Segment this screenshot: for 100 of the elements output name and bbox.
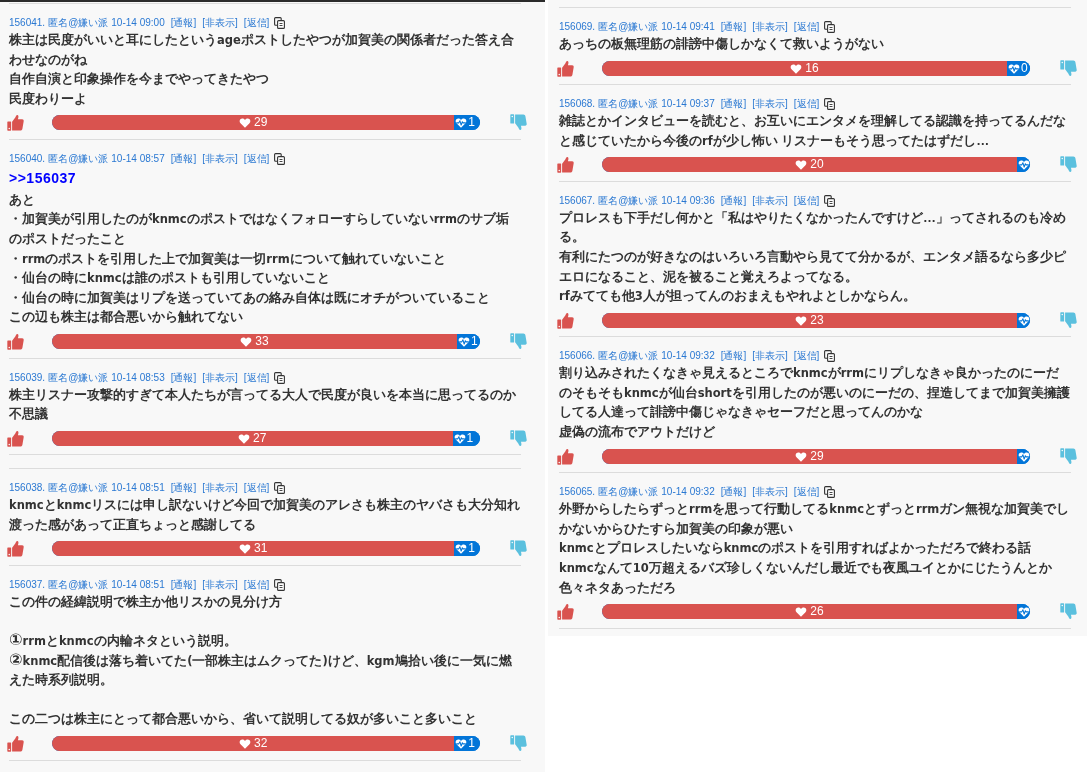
author-name: 匿名@嫌い派 bbox=[48, 370, 109, 385]
action-link[interactable]: [非表示] bbox=[202, 577, 238, 592]
thumbs-down-icon[interactable] bbox=[510, 540, 527, 558]
copy-icon[interactable] bbox=[274, 17, 286, 29]
like-count: 32 bbox=[253, 736, 268, 752]
post-text: この二つは株主にとって都合悪いから、省いて説明してる奴が多いこと多いこと bbox=[9, 710, 478, 729]
action-link[interactable]: [非表示] bbox=[202, 481, 238, 496]
action-link[interactable]: [通報] bbox=[720, 485, 747, 500]
action-link[interactable]: [非表示] bbox=[202, 151, 238, 166]
like-count: 27 bbox=[253, 430, 267, 446]
action-link[interactable]: [通報] bbox=[720, 20, 747, 34]
action-link[interactable]: [返信] bbox=[793, 193, 820, 208]
action-link[interactable]: [通報] bbox=[720, 193, 747, 208]
copy-icon[interactable] bbox=[824, 21, 836, 33]
thumbs-down-icon[interactable] bbox=[510, 735, 527, 753]
action-link[interactable]: [非表示] bbox=[752, 349, 788, 364]
heart-icon bbox=[240, 336, 253, 348]
thumbs-up-icon[interactable] bbox=[7, 540, 24, 558]
action-link[interactable]: [返信] bbox=[243, 16, 270, 30]
post-number-link[interactable]: 156038. bbox=[9, 481, 46, 496]
like-count: 26 bbox=[810, 604, 824, 620]
post-number-link[interactable]: 156040. bbox=[9, 151, 46, 166]
action-link[interactable]: [返信] bbox=[243, 370, 270, 385]
post-text: あと bbox=[9, 190, 36, 209]
heart-icon bbox=[238, 117, 251, 129]
copy-icon[interactable] bbox=[274, 578, 286, 591]
thumbs-down-icon[interactable] bbox=[1060, 59, 1077, 77]
post-text: ・仙台の時にknmcは誰のポストも引用していないこと bbox=[9, 269, 331, 288]
thumbs-up-icon[interactable] bbox=[7, 114, 24, 132]
thumbs-down-icon[interactable] bbox=[1060, 603, 1077, 621]
post-text: あっちの板無理筋の誹謗中傷しかなくて救いようがない bbox=[559, 35, 885, 53]
author-name: 匿名@嫌い派 bbox=[598, 193, 659, 208]
heart-icon bbox=[238, 543, 251, 555]
post-text: ・仙台の時に加賀美はリプを送っていてあの絡み自体は既にオチがついていること bbox=[9, 288, 491, 307]
thumbs-up-icon[interactable] bbox=[557, 603, 574, 621]
action-link[interactable]: [通報] bbox=[170, 370, 197, 385]
action-link[interactable]: [返信] bbox=[793, 97, 820, 112]
thumbs-up-icon[interactable] bbox=[557, 311, 574, 329]
dislike-count: 1 bbox=[470, 334, 478, 350]
like-count: 23 bbox=[810, 312, 824, 328]
copy-icon[interactable] bbox=[824, 486, 836, 499]
thumbs-up-icon[interactable] bbox=[7, 333, 24, 351]
action-link[interactable]: [通報] bbox=[170, 481, 197, 496]
post-number-link[interactable]: 156041. bbox=[9, 16, 46, 30]
action-link[interactable]: [返信] bbox=[243, 151, 270, 166]
thumbs-up-icon[interactable] bbox=[7, 735, 24, 753]
action-link[interactable]: [通報] bbox=[170, 577, 197, 592]
reply-anchor-link[interactable]: >>156037 bbox=[9, 168, 77, 189]
action-link[interactable]: [非表示] bbox=[752, 20, 788, 34]
copy-icon[interactable] bbox=[274, 371, 286, 384]
heart-icon bbox=[795, 314, 808, 326]
like-count: 29 bbox=[810, 448, 824, 464]
action-link[interactable]: [返信] bbox=[243, 577, 270, 592]
action-link[interactable]: [通報] bbox=[170, 16, 197, 30]
thumbs-down-icon[interactable] bbox=[510, 333, 527, 351]
thumbs-up-icon[interactable] bbox=[7, 429, 24, 447]
like-count: 33 bbox=[255, 334, 269, 350]
action-link[interactable]: [非表示] bbox=[202, 370, 238, 385]
post-text: 株主は民度がいいと耳にしたというageポストしたやつが加賀美の関係者だった答え合わせなのがね bbox=[9, 31, 515, 69]
post-text: 自作自演と印象操作を今までやってきたやつ bbox=[9, 70, 270, 89]
action-link[interactable]: [通報] bbox=[720, 349, 747, 364]
action-link[interactable]: [返信] bbox=[793, 20, 820, 34]
copy-icon[interactable] bbox=[824, 350, 836, 363]
thumbs-down-icon[interactable] bbox=[1060, 311, 1077, 329]
post-text: プロレスも下手だし何かと「私はやりたくなかったんですけど…」ってされるのも冷める。 bbox=[559, 208, 1067, 247]
heart-icon bbox=[790, 62, 803, 74]
thumbs-up-icon[interactable] bbox=[557, 59, 574, 77]
action-link[interactable]: [非表示] bbox=[752, 97, 788, 112]
copy-icon[interactable] bbox=[824, 194, 836, 207]
thumbs-down-icon[interactable] bbox=[1060, 156, 1077, 174]
post-number-link[interactable]: 156069. bbox=[559, 20, 596, 34]
post-text: ・加賀美が引用したのがknmcのポストではなくフォローすらしていないrrmのサブ垢のポストだったこと bbox=[9, 210, 510, 249]
action-link[interactable]: [返信] bbox=[243, 481, 270, 496]
action-link[interactable]: [非表示] bbox=[202, 16, 238, 30]
thumbs-down-icon[interactable] bbox=[510, 429, 527, 447]
heart-icon bbox=[238, 738, 251, 750]
action-link[interactable]: [返信] bbox=[793, 349, 820, 364]
post-number-link[interactable]: 156065. bbox=[559, 485, 596, 500]
action-link[interactable]: [返信] bbox=[793, 485, 820, 500]
action-link[interactable]: [非表示] bbox=[752, 193, 788, 208]
heart-icon bbox=[795, 450, 808, 462]
post-number-link[interactable]: 156066. bbox=[559, 349, 596, 364]
thumbs-down-icon[interactable] bbox=[510, 114, 527, 132]
copy-icon[interactable] bbox=[274, 152, 286, 165]
action-link[interactable]: [非表示] bbox=[752, 485, 788, 500]
author-name: 匿名@嫌い派 bbox=[48, 577, 109, 592]
post-number-link[interactable]: 156039. bbox=[9, 370, 46, 385]
thumbs-down-icon[interactable] bbox=[1060, 447, 1077, 465]
copy-icon[interactable] bbox=[824, 98, 836, 111]
action-link[interactable]: [通報] bbox=[170, 151, 197, 166]
post-text: 虚偽の流布でアウトだけど bbox=[559, 423, 716, 442]
post-number-link[interactable]: 156037. bbox=[9, 577, 46, 592]
post-number-link[interactable]: 156068. bbox=[559, 97, 596, 112]
copy-icon[interactable] bbox=[274, 482, 286, 495]
thumbs-up-icon[interactable] bbox=[557, 447, 574, 465]
author-name: 匿名@嫌い派 bbox=[598, 97, 659, 112]
action-link[interactable]: [通報] bbox=[720, 97, 747, 112]
post-text: 株主リスナー攻撃的すぎて本人たちが言ってる大人で民度が良いを本当に思ってるのか不思議 bbox=[9, 385, 517, 424]
post-number-link[interactable]: 156067. bbox=[559, 193, 596, 208]
thumbs-up-icon[interactable] bbox=[557, 156, 574, 174]
